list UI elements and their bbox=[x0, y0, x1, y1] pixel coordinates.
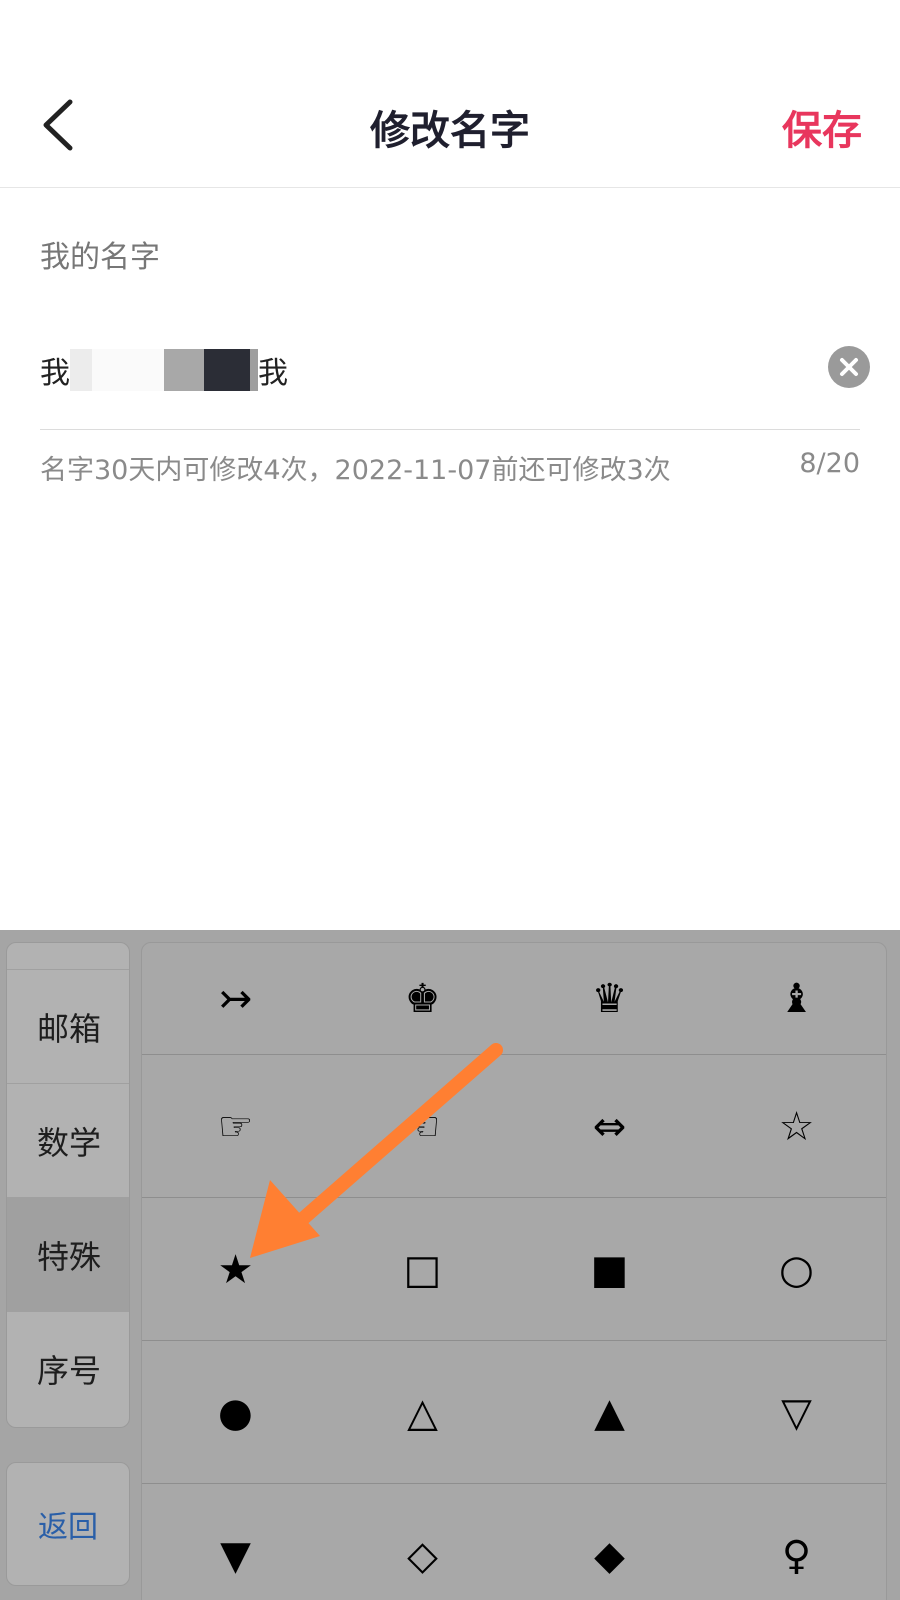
keyboard-back-button[interactable]: 返回 bbox=[6, 1462, 130, 1586]
close-icon bbox=[840, 358, 858, 376]
name-input[interactable]: 我 我 bbox=[40, 322, 870, 430]
symbol-key[interactable]: ♚ bbox=[329, 943, 516, 1054]
symbol-key[interactable]: ♛ bbox=[516, 943, 703, 1054]
category-ordinal[interactable]: 序号 bbox=[7, 1311, 129, 1425]
symbol-key[interactable]: ▽ bbox=[703, 1341, 886, 1484]
symbol-key[interactable]: ♝ bbox=[703, 943, 886, 1054]
symbol-key[interactable]: ▲ bbox=[516, 1341, 703, 1484]
redacted-area bbox=[164, 349, 204, 391]
symbol-grid: ↣ ♚ ♛ ♝ ☞ ☜ ⇔ ☆ ★ □ ■ ○ ● △ ▲ ▽ ▼ ◇ ◆ ♀ bbox=[141, 942, 887, 1600]
symbol-key[interactable]: ☞ bbox=[142, 1055, 329, 1198]
redacted-area bbox=[204, 349, 250, 391]
name-label: 我的名字 bbox=[40, 240, 160, 275]
category-special[interactable]: 特殊 bbox=[7, 1197, 129, 1311]
clear-input-button[interactable] bbox=[828, 346, 870, 388]
symbol-key[interactable]: ☜ bbox=[329, 1055, 516, 1198]
page-title: 修改名字 bbox=[370, 108, 530, 154]
symbol-key[interactable]: △ bbox=[329, 1341, 516, 1484]
save-button[interactable]: 保存 bbox=[782, 98, 862, 156]
symbol-key[interactable]: ↣ bbox=[142, 943, 329, 1054]
symbol-key[interactable]: ♀ bbox=[703, 1484, 886, 1600]
header-bar: 修改名字 保存 bbox=[0, 0, 900, 188]
symbol-key[interactable]: □ bbox=[329, 1198, 516, 1341]
category-math[interactable]: 数学 bbox=[7, 1083, 129, 1197]
symbol-key[interactable]: ⇔ bbox=[516, 1055, 703, 1198]
redacted-area bbox=[250, 349, 258, 391]
symbol-key[interactable]: ▼ bbox=[142, 1484, 329, 1600]
name-end-char: 我 bbox=[258, 356, 288, 391]
symbol-key[interactable]: ○ bbox=[703, 1198, 886, 1341]
symbol-keyboard: 邮箱 数学 特殊 序号 返回 ↣ ♚ ♛ ♝ ☞ ☜ ⇔ ☆ ★ □ ■ ○ ● △ ▲ ▽ ▼ ◇ ◆ ♀ bbox=[0, 930, 900, 1600]
redacted-area bbox=[92, 349, 164, 391]
symbol-key[interactable]: ● bbox=[142, 1341, 329, 1484]
edit-limit-hint: 名字30天内可修改4次，2022-11-07前还可修改3次 bbox=[40, 455, 671, 486]
redacted-area bbox=[70, 349, 92, 391]
name-start-char: 我 bbox=[40, 356, 70, 391]
symbol-key[interactable]: ☆ bbox=[703, 1055, 886, 1198]
category-email[interactable]: 邮箱 bbox=[7, 969, 129, 1083]
char-count: 8/20 bbox=[799, 448, 860, 479]
symbol-key[interactable]: ◇ bbox=[329, 1484, 516, 1600]
name-value[interactable]: 我 我 bbox=[40, 348, 288, 392]
symbol-key[interactable]: ■ bbox=[516, 1198, 703, 1341]
symbol-key[interactable]: ★ bbox=[142, 1198, 329, 1341]
symbol-key[interactable]: ◆ bbox=[516, 1484, 703, 1600]
category-list: 邮箱 数学 特殊 序号 bbox=[6, 942, 130, 1428]
